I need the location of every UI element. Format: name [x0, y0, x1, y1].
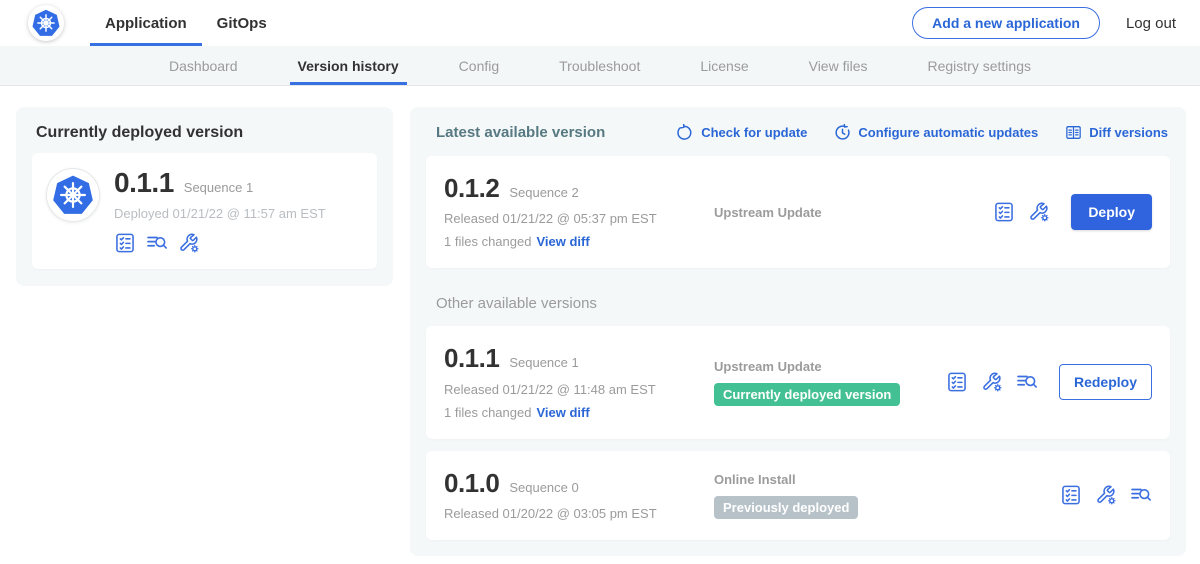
released-timestamp: Released 01/20/22 @ 03:05 pm EST: [444, 506, 696, 521]
check-for-update-link[interactable]: Check for update: [677, 124, 807, 141]
version-source-label: Upstream Update: [714, 359, 946, 374]
lines-magnifier-icon[interactable]: [1016, 371, 1038, 393]
deployed-version-info: 0.1.1 Sequence 1 Deployed 01/21/22 @ 11:…: [114, 168, 326, 254]
checklist-icon[interactable]: [946, 371, 968, 393]
diff-versions-label: Diff versions: [1089, 125, 1168, 140]
configure-automatic-updates-link[interactable]: Configure automatic updates: [834, 124, 1038, 141]
sequence-label: Sequence 2: [509, 185, 578, 200]
subnav-tab-version-history[interactable]: Version history: [296, 46, 401, 85]
previously-deployed-badge: Previously deployed: [714, 496, 858, 519]
diff-table-icon: [1065, 124, 1082, 141]
header-spacer: [282, 0, 912, 46]
deployed-sequence-label: Sequence 1: [184, 180, 253, 195]
refresh-icon: [677, 124, 694, 141]
released-timestamp: Released 01/21/22 @ 05:37 pm EST: [444, 211, 696, 226]
lines-magnifier-icon[interactable]: [146, 232, 168, 254]
checklist-icon[interactable]: [993, 201, 1015, 223]
checklist-icon[interactable]: [1060, 484, 1082, 506]
deployed-timestamp: Deployed 01/21/22 @ 11:57 am EST: [114, 206, 326, 221]
lines-magnifier-icon[interactable]: [1130, 484, 1152, 506]
version-card-0-1-0: 0.1.0 Sequence 0 Released 01/20/22 @ 03:…: [426, 451, 1170, 540]
diff-versions-link[interactable]: Diff versions: [1065, 124, 1168, 141]
subnav-tab-troubleshoot[interactable]: Troubleshoot: [557, 46, 642, 85]
sequence-label: Sequence 0: [509, 480, 578, 495]
released-timestamp: Released 01/21/22 @ 11:48 am EST: [444, 382, 696, 397]
version-number: 0.1.1: [444, 345, 499, 372]
deploy-button[interactable]: Deploy: [1071, 194, 1152, 230]
wrench-gear-icon[interactable]: [178, 232, 200, 254]
version-card-0-1-1: 0.1.1 Sequence 1 Released 01/21/22 @ 11:…: [426, 326, 1170, 438]
logout-button[interactable]: Log out: [1126, 15, 1176, 32]
wrench-gear-icon[interactable]: [1095, 484, 1117, 506]
files-changed-label: 1 files changed: [444, 234, 531, 249]
currently-deployed-badge: Currently deployed version: [714, 383, 900, 406]
sequence-label: Sequence 1: [509, 355, 578, 370]
subnav-tab-license[interactable]: License: [698, 46, 750, 85]
add-application-button[interactable]: Add a new application: [912, 7, 1100, 39]
view-diff-link[interactable]: View diff: [536, 405, 589, 420]
currently-deployed-panel: Currently deployed version 0.1.1 Sequenc…: [16, 107, 393, 286]
wrench-gear-icon[interactable]: [1028, 201, 1050, 223]
subnav-tab-registry-settings[interactable]: Registry settings: [926, 46, 1033, 85]
top-header: Application GitOps Add a new application…: [0, 0, 1200, 46]
deployed-panel-title: Currently deployed version: [36, 124, 377, 142]
deployed-version-card: 0.1.1 Sequence 1 Deployed 01/21/22 @ 11:…: [32, 153, 377, 269]
app-logo-icon: [46, 168, 100, 222]
check-for-update-label: Check for update: [701, 125, 807, 140]
other-versions-title: Other available versions: [436, 295, 1168, 312]
version-source-label: Upstream Update: [714, 205, 993, 220]
version-number: 0.1.0: [444, 470, 499, 497]
app-nav-tabs: Application GitOps: [90, 0, 282, 46]
subnav-tab-dashboard[interactable]: Dashboard: [167, 46, 240, 85]
kubernetes-logo-icon: [28, 5, 64, 41]
app-subnav: Dashboard Version history Config Trouble…: [0, 46, 1200, 86]
version-card-0-1-2: 0.1.2 Sequence 2 Released 01/21/22 @ 05:…: [426, 156, 1170, 268]
main-content: Currently deployed version 0.1.1 Sequenc…: [0, 86, 1200, 556]
clock-refresh-icon: [834, 124, 851, 141]
available-versions-panel: Latest available version Check for updat…: [410, 107, 1186, 556]
tab-application[interactable]: Application: [90, 0, 202, 46]
version-source-label: Online Install: [714, 472, 1060, 487]
latest-version-title: Latest available version: [436, 124, 605, 141]
view-diff-link[interactable]: View diff: [536, 234, 589, 249]
checklist-icon[interactable]: [114, 232, 136, 254]
version-number: 0.1.2: [444, 175, 499, 202]
files-changed-label: 1 files changed: [444, 405, 531, 420]
deployed-version-number: 0.1.1: [114, 168, 174, 197]
wrench-gear-icon[interactable]: [981, 371, 1003, 393]
configure-automatic-updates-label: Configure automatic updates: [858, 125, 1038, 140]
redeploy-button[interactable]: Redeploy: [1059, 364, 1152, 400]
tab-gitops[interactable]: GitOps: [202, 0, 282, 46]
subnav-tab-config[interactable]: Config: [457, 46, 501, 85]
subnav-tab-view-files[interactable]: View files: [807, 46, 870, 85]
